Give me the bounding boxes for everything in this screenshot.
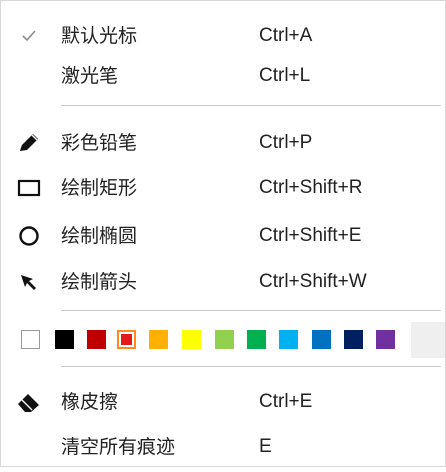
color-swatch-white[interactable] [21, 330, 40, 349]
pencil-icon [13, 128, 45, 158]
menu-item-draw-arrow[interactable]: 绘制箭头 Ctrl+Shift+W [1, 257, 445, 307]
color-swatch-orange[interactable] [149, 330, 168, 349]
color-swatch-yellow[interactable] [182, 330, 201, 349]
menu-item-label: 橡皮擦 [61, 391, 119, 413]
color-swatch-light-blue[interactable] [279, 330, 298, 349]
menu-item-shortcut: Ctrl+E [259, 391, 313, 412]
eraser-icon [13, 387, 45, 417]
color-swatch-green[interactable] [247, 330, 266, 349]
color-swatch-black[interactable] [55, 330, 74, 349]
menu-item-label: 激光笔 [61, 65, 119, 87]
color-swatch-red-selected[interactable] [117, 330, 136, 349]
menu-item-draw-ellipse[interactable]: 绘制椭圆 Ctrl+Shift+E [1, 211, 445, 261]
menu-item-clear-all-traces[interactable]: 清空所有痕迹 E [1, 422, 445, 472]
rectangle-icon [13, 173, 45, 203]
color-swatch-blue[interactable] [312, 330, 331, 349]
color-swatch-purple[interactable] [376, 330, 395, 349]
menu-item-shortcut: Ctrl+L [259, 65, 311, 86]
menu-item-label: 清空所有痕迹 [61, 436, 176, 458]
menu-item-label: 彩色铅笔 [61, 132, 138, 154]
menu-separator [61, 105, 441, 106]
menu-item-shortcut: Ctrl+Shift+E [259, 225, 362, 246]
menu-item-laser-pointer[interactable]: 激光笔 Ctrl+L [1, 51, 445, 101]
menu-item-shortcut: Ctrl+Shift+R [259, 177, 363, 198]
menu-item-shortcut: Ctrl+Shift+W [259, 271, 367, 292]
menu-separator [61, 366, 441, 367]
context-menu: 默认光标 Ctrl+A 激光笔 Ctrl+L 彩色铅笔 Ctrl+P 绘制矩形 … [0, 0, 446, 467]
menu-item-label: 绘制矩形 [61, 177, 138, 199]
color-swatch-dark-blue[interactable] [344, 330, 363, 349]
menu-item-label: 绘制椭圆 [61, 225, 138, 247]
menu-separator [61, 310, 441, 311]
color-swatch-light-green[interactable] [215, 330, 234, 349]
menu-item-label: 绘制箭头 [61, 271, 138, 293]
color-swatch-dark-red[interactable] [87, 330, 106, 349]
color-palette-extra [411, 322, 445, 358]
menu-item-shortcut: Ctrl+P [259, 132, 313, 153]
color-palette [1, 322, 445, 358]
checkmark-icon [13, 21, 45, 51]
menu-item-draw-rectangle[interactable]: 绘制矩形 Ctrl+Shift+R [1, 163, 445, 213]
arrow-icon [13, 267, 45, 297]
ellipse-icon [13, 221, 45, 251]
menu-item-shortcut: E [259, 436, 272, 457]
menu-item-eraser[interactable]: 橡皮擦 Ctrl+E [1, 377, 445, 427]
menu-item-color-pencil[interactable]: 彩色铅笔 Ctrl+P [1, 118, 445, 168]
